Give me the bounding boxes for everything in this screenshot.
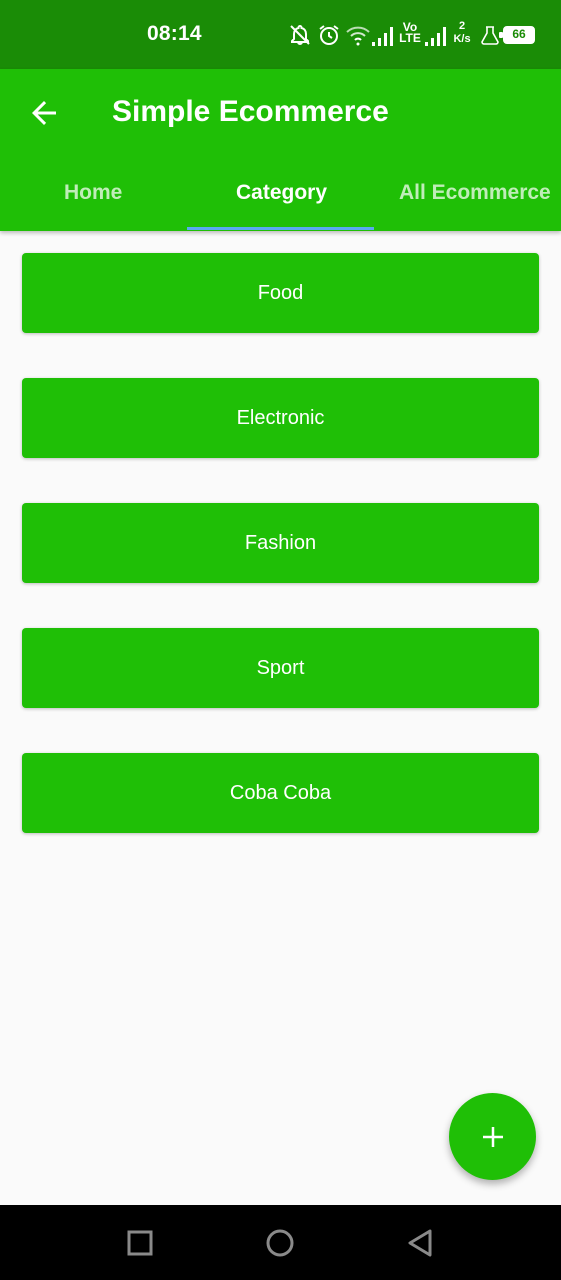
- back-nav-button[interactable]: [404, 1227, 436, 1259]
- add-category-button[interactable]: [449, 1093, 536, 1180]
- tab-category[interactable]: Category: [236, 181, 327, 205]
- tab-indicator: [187, 227, 374, 230]
- tab-home[interactable]: Home: [64, 181, 122, 205]
- battery-level: 66: [512, 27, 526, 41]
- back-button[interactable]: [26, 95, 62, 131]
- plus-icon: [482, 1126, 503, 1147]
- tab-bar: Home Category All Ecommerce: [0, 161, 561, 231]
- volte-bottom: LTE: [399, 31, 421, 45]
- category-button-sport[interactable]: Sport: [22, 628, 539, 708]
- back-icon: [408, 1229, 432, 1257]
- flask-icon: [481, 26, 499, 45]
- page-title: Simple Ecommerce: [112, 95, 389, 128]
- category-button-fashion[interactable]: Fashion: [22, 503, 539, 583]
- home-nav-button[interactable]: [264, 1227, 296, 1259]
- screen: 08:14 Vo LTE 2 K/s 66 Simple Ecommerce H…: [0, 0, 561, 1280]
- wifi-icon: [346, 26, 370, 46]
- data-speed-icon: 2 K/s: [451, 20, 473, 46]
- app-bar: Simple Ecommerce Home Category All Ecomm…: [0, 69, 561, 231]
- home-icon: [266, 1229, 294, 1257]
- volte-icon: Vo LTE: [399, 21, 421, 45]
- recent-apps-button[interactable]: [124, 1227, 156, 1259]
- category-button-food[interactable]: Food: [22, 253, 539, 333]
- speed-value: 2: [458, 20, 466, 32]
- notifications-off-icon: [290, 25, 310, 46]
- signal-icon: [425, 27, 446, 46]
- battery-icon: 66: [499, 26, 535, 44]
- signal-icon: [372, 27, 393, 46]
- category-button-coba-coba[interactable]: Coba Coba: [22, 753, 539, 833]
- system-nav-bar: [0, 1205, 561, 1280]
- speed-unit: K/s: [453, 33, 471, 45]
- alarm-icon: [319, 25, 339, 45]
- category-button-electronic[interactable]: Electronic: [22, 378, 539, 458]
- tab-all-ecommerce[interactable]: All Ecommerce: [399, 181, 551, 205]
- arrow-back-icon: [32, 101, 56, 125]
- recent-apps-icon: [127, 1230, 153, 1256]
- status-time: 08:14: [147, 22, 202, 45]
- status-bar: 08:14 Vo LTE 2 K/s 66: [0, 0, 561, 69]
